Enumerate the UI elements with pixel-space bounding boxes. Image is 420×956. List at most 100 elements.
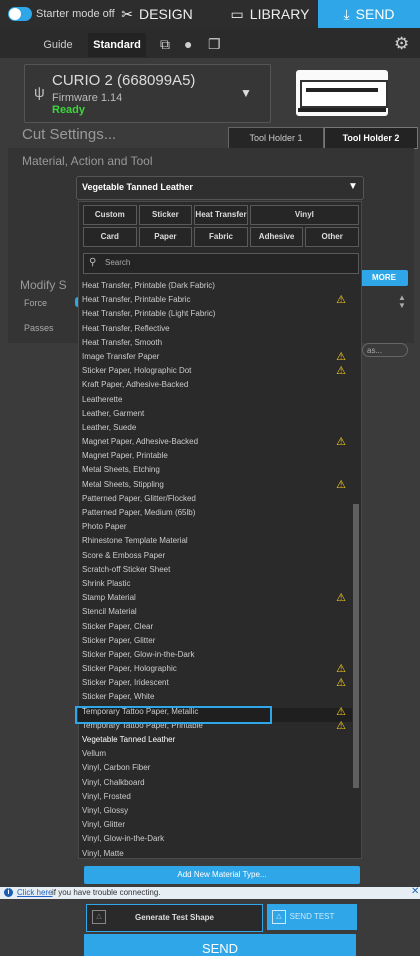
material-item-label: Heat Transfer, Printable (Light Fabric) [82, 309, 216, 319]
material-item-label: Rhinestone Template Material [82, 536, 188, 546]
material-list-item[interactable]: Vinyl, Glitter [78, 818, 352, 832]
material-list-item[interactable]: Vinyl, Matte [78, 847, 352, 861]
scrollbar-thumb[interactable] [353, 504, 359, 788]
design-icon: ✂ [121, 5, 134, 22]
material-list-item[interactable]: Kraft Paper, Adhesive-Backed [78, 378, 352, 392]
material-list-item[interactable]: Metal Sheets, Stippling ⚠ [78, 478, 352, 492]
category-paper[interactable]: Paper [138, 227, 193, 247]
shapes-icon[interactable]: ● [184, 36, 200, 52]
stack-icon[interactable]: ❐ [208, 36, 224, 52]
settings-gear-icon[interactable]: ⚙ [394, 34, 410, 53]
material-list-item[interactable]: Sticker Paper, White [78, 690, 352, 704]
category-card[interactable]: Card [83, 227, 137, 247]
material-list-item[interactable]: Sticker Paper, Clear [78, 620, 352, 634]
material-list-item[interactable]: Rhinestone Template Material [78, 534, 352, 548]
material-list-item[interactable]: Heat Transfer, Printable (Light Fabric) [78, 307, 352, 321]
more-button[interactable]: MORE [360, 270, 408, 286]
material-item-label: Heat Transfer, Printable Fabric [82, 295, 191, 305]
material-list-item[interactable]: Sticker Paper, Glitter [78, 634, 352, 648]
material-item-label: Kraft Paper, Adhesive-Backed [82, 380, 189, 390]
material-list-item[interactable]: Vinyl, Glossy [78, 804, 352, 818]
category-fabric[interactable]: Fabric [194, 227, 248, 247]
material-item-label: Vellum [82, 749, 107, 759]
material-list-item[interactable]: Magnet Paper, Adhesive-Backed ⚠ [78, 435, 352, 449]
stepper-icon[interactable]: ▲ ▼ [398, 294, 406, 310]
tool-holder-2-tab[interactable]: Tool Holder 2 [324, 127, 418, 149]
library-icon: ▭ [230, 5, 244, 22]
warning-icon: ⚠ [336, 705, 346, 718]
category-heat-transfer[interactable]: Heat Transfer [194, 205, 248, 225]
tab-design-label: DESIGN [139, 6, 193, 22]
material-list-item[interactable]: Image Transfer Paper ⚠ [78, 350, 352, 364]
material-list-item[interactable]: Heat Transfer, Printable Fabric ⚠ [78, 293, 352, 307]
material-list-item[interactable]: Metal Sheets, Etching [78, 463, 352, 477]
material-item-label: Scratch-off Sticker Sheet [82, 564, 171, 574]
guide-tab[interactable]: Guide [38, 36, 78, 54]
send-button[interactable]: SEND [84, 934, 356, 956]
category-adhesive[interactable]: Adhesive [249, 227, 304, 247]
material-list-item[interactable]: Vinyl, Glow-in-the-Dark [78, 832, 352, 846]
material-item-label: Leather, Garment [82, 408, 145, 418]
material-list-item[interactable]: Heat Transfer, Reflective [78, 322, 352, 336]
material-list-item[interactable]: Sticker Paper, Glow-in-the-Dark [78, 648, 352, 662]
send-icon: ⤓ [343, 5, 350, 22]
generate-test-shape-button[interactable]: Generate Test Shape [86, 904, 263, 932]
tool-holder-1-tab[interactable]: Tool Holder 1 [228, 127, 324, 149]
tab-design[interactable]: ✂ DESIGN [108, 0, 206, 28]
material-item-label: Photo Paper [82, 522, 127, 532]
material-list-item[interactable]: Score & Emboss Paper [78, 549, 352, 563]
add-material-button[interactable]: Add New Material Type... [84, 866, 360, 884]
material-list-item[interactable]: Heat Transfer, Printable (Dark Fabric) [78, 279, 352, 293]
material-list-item[interactable]: Sticker Paper, Iridescent ⚠ [78, 676, 352, 690]
material-list-item[interactable]: Scratch-off Sticker Sheet [78, 563, 352, 577]
material-list-item[interactable]: Magnet Paper, Printable [78, 449, 352, 463]
material-item-label: Metal Sheets, Stippling [82, 479, 164, 489]
save-as-button[interactable]: as... [362, 343, 408, 357]
material-list-item[interactable]: Leatherette [78, 393, 352, 407]
material-item-label: Score & Emboss Paper [82, 550, 166, 560]
material-list-item[interactable]: Stencil Material [78, 605, 352, 619]
category-sticker[interactable]: Sticker [138, 205, 193, 225]
chevron-down-icon[interactable]: ▼ [348, 181, 358, 192]
material-list-item[interactable]: Sticker Paper, Holographic ⚠ [78, 662, 352, 676]
category-custom[interactable]: Custom [83, 205, 137, 225]
category-vinyl[interactable]: Vinyl [249, 205, 359, 225]
material-list-item[interactable]: Patterned Paper, Glitter/Flocked [78, 492, 352, 506]
material-list-item[interactable]: Sticker Paper, Holographic Dot ⚠ [78, 364, 352, 378]
category-other[interactable]: Other [305, 227, 359, 247]
material-item-label: Vinyl, Carbon Fiber [82, 763, 151, 773]
material-item-label: Patterned Paper, Glitter/Flocked [82, 493, 196, 503]
material-list-item[interactable]: Shrink Plastic [78, 577, 352, 591]
warning-icon: ⚠ [336, 663, 346, 676]
material-list-item[interactable]: Vinyl, Frosted [78, 790, 352, 804]
tab-library[interactable]: ▭ LIBRARY [222, 0, 318, 28]
device-image [296, 70, 388, 116]
material-list-item[interactable]: Leather, Garment [78, 407, 352, 421]
close-icon[interactable]: ✕ [411, 886, 419, 897]
material-list-item[interactable]: Leather, Suede [78, 421, 352, 435]
material-item-label: Heat Transfer, Reflective [82, 323, 170, 333]
material-item-label: Vinyl, Glossy [82, 805, 129, 815]
layers-icon[interactable]: ⧉ [160, 36, 176, 52]
material-list-item[interactable]: Vegetable Tanned Leather [78, 733, 352, 747]
material-list-item[interactable]: Vellum [78, 747, 352, 761]
material-item-label: Vinyl, Chalkboard [82, 777, 145, 787]
material-list-item[interactable]: Patterned Paper, Medium (65lb) [78, 506, 352, 520]
material-list-item[interactable]: Photo Paper [78, 520, 352, 534]
material-list-item[interactable]: Heat Transfer, Smooth [78, 336, 352, 350]
warning-icon: ⚠ [336, 677, 346, 690]
material-list-item[interactable]: Vinyl, Chalkboard [78, 776, 352, 790]
warning-icon: ⚠ [336, 478, 346, 491]
material-list-item[interactable]: Vinyl, Carbon Fiber [78, 761, 352, 775]
help-link[interactable]: Click here [17, 888, 53, 897]
chevron-down-icon[interactable]: ▼ [240, 86, 252, 100]
standard-tab[interactable]: Standard [88, 33, 146, 57]
tab-send[interactable]: ⤓ SEND [318, 0, 420, 28]
starter-mode-toggle[interactable] [8, 7, 32, 21]
material-list-item[interactable]: Stamp Material ⚠ [78, 591, 352, 605]
material-item-label: Sticker Paper, Clear [82, 621, 154, 631]
force-label: Force [24, 298, 48, 308]
material-item-label: Leatherette [82, 394, 123, 404]
material-item-label: Shrink Plastic [82, 578, 131, 588]
selection-outline [75, 706, 272, 724]
